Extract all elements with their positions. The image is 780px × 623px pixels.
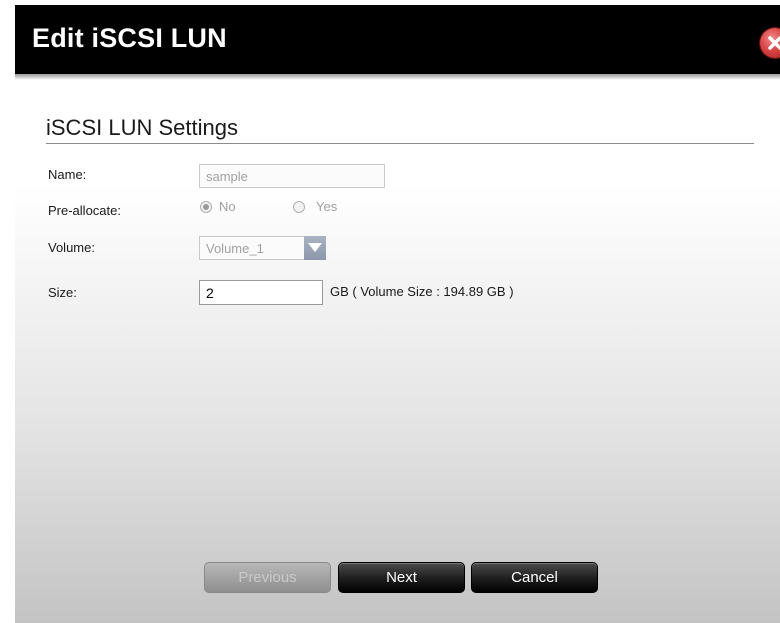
dialog-titlebar: Edit iSCSI LUN — [15, 5, 780, 74]
name-label: Name: — [48, 167, 87, 182]
section-divider — [46, 143, 754, 144]
volume-label: Volume: — [48, 240, 95, 255]
section-title: iSCSI LUN Settings — [46, 115, 238, 140]
size-label: Size: — [48, 285, 77, 300]
next-button[interactable]: Next — [338, 562, 465, 593]
preallocate-label: Pre-allocate: — [48, 203, 121, 218]
chevron-down-icon[interactable] — [304, 236, 326, 260]
size-unit-text: GB ( Volume Size : 194.89 GB ) — [330, 284, 514, 299]
dialog-title: Edit iSCSI LUN — [32, 23, 227, 53]
preallocate-no-label: No — [219, 199, 236, 214]
preallocate-yes-label: Yes — [316, 199, 338, 214]
preallocate-no-radio[interactable] — [200, 201, 212, 213]
title-divider — [15, 74, 780, 80]
size-input[interactable] — [199, 280, 323, 305]
name-input[interactable] — [199, 164, 385, 188]
preallocate-yes-radio[interactable] — [293, 201, 305, 213]
previous-button[interactable]: Previous — [204, 562, 331, 593]
volume-select[interactable]: Volume_1 — [199, 236, 306, 260]
close-icon[interactable] — [760, 28, 780, 58]
cancel-button[interactable]: Cancel — [471, 562, 598, 593]
edit-iscsi-lun-dialog: Edit iSCSI LUN iSCSI LUN Settings Name: … — [15, 5, 780, 623]
